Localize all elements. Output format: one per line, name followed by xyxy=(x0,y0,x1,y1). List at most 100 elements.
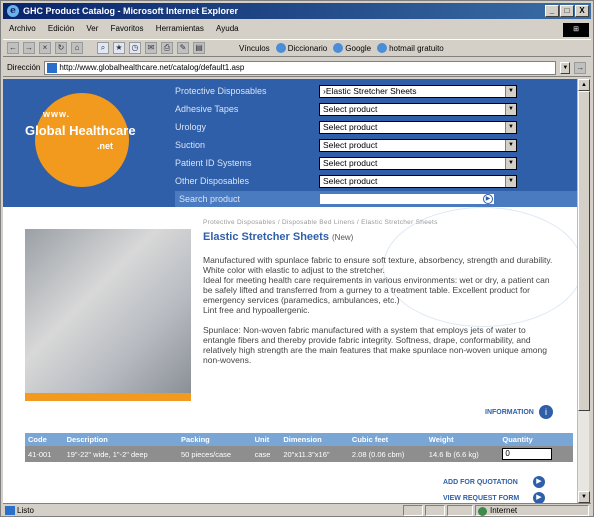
logo-www: www. xyxy=(43,109,71,119)
product-select[interactable]: Select product ▼ xyxy=(319,157,517,170)
windows-flag-icon: ⊞ xyxy=(563,23,589,37)
discuss-icon[interactable]: ▤ xyxy=(193,42,205,54)
table-row: 41-001 19"-22" wide, 1"-2" deep 50 piece… xyxy=(25,446,573,462)
minimize-button[interactable]: _ xyxy=(545,5,559,17)
product-select[interactable]: Select product ▼ xyxy=(319,139,517,152)
links-bar: Vínculos Diccionario Google hotmail grat… xyxy=(239,43,444,53)
stop-icon[interactable]: × xyxy=(39,42,51,54)
print-icon[interactable]: ⎙ xyxy=(161,42,173,54)
view-request-arrow-icon[interactable]: ▶ xyxy=(533,492,545,503)
category-row: Adhesive Tapes Select product ▼ xyxy=(175,101,520,119)
product-select[interactable]: ›Elastic Stretcher Sheets ▼ xyxy=(319,85,517,98)
scroll-thumb[interactable] xyxy=(578,91,590,411)
product-select[interactable]: Select product ▼ xyxy=(319,175,517,188)
standard-toolbar: ← → × ↻ ⌂ ⌕ ★ ◷ ✉ ⎙ ✎ ▤ Vínculos Diccion… xyxy=(3,39,591,57)
mail-icon[interactable]: ✉ xyxy=(145,42,157,54)
scroll-up-icon[interactable]: ▲ xyxy=(578,79,590,91)
link-google[interactable]: Google xyxy=(333,43,371,53)
photo-accent-band xyxy=(25,393,191,401)
vertical-scrollbar[interactable]: ▲ ▼ xyxy=(577,79,590,503)
search-row: Search product ▶ xyxy=(175,191,581,207)
add-quotation-arrow-icon[interactable]: ▶ xyxy=(533,476,545,488)
category-label: Suction xyxy=(175,140,206,150)
category-row: Suction Select product ▼ xyxy=(175,137,520,155)
close-button[interactable]: X xyxy=(575,5,589,17)
address-label: Dirección xyxy=(7,63,41,72)
category-label: Urology xyxy=(175,122,207,132)
ie-logo-icon: e xyxy=(7,5,19,17)
menu-ayuda[interactable]: Ayuda xyxy=(216,24,239,33)
desc-paragraph: Manufactured with spunlace fabric to ens… xyxy=(203,255,553,265)
view-request-form-link[interactable]: VIEW REQUEST FORM xyxy=(443,495,519,502)
edit-icon[interactable]: ✎ xyxy=(177,42,189,54)
cell-quantity: 0 xyxy=(499,446,573,462)
status-cell xyxy=(447,505,473,516)
product-table: Code Description Packing Unit Dimension … xyxy=(25,433,573,462)
product-title: Elastic Stretcher Sheets (New) xyxy=(203,231,354,243)
desc-paragraph: Lint free and hypoallergenic. xyxy=(203,305,310,315)
product-content: Protective Disposables / Disposable Bed … xyxy=(3,207,583,503)
category-label: Protective Disposables xyxy=(175,86,267,96)
cell-description: 19"-22" wide, 1"-2" deep xyxy=(63,446,178,462)
search-go-icon[interactable]: ▶ xyxy=(483,194,493,204)
page-icon xyxy=(47,62,58,73)
chevron-down-icon: ▼ xyxy=(505,158,516,169)
back-icon[interactable]: ← xyxy=(7,42,19,54)
category-row: Protective Disposables ›Elastic Stretche… xyxy=(175,83,520,101)
maximize-button[interactable]: □ xyxy=(560,5,574,17)
address-dropdown-icon[interactable]: ▼ xyxy=(560,61,571,74)
search-label: Search product xyxy=(179,194,241,204)
chevron-down-icon: ▼ xyxy=(505,122,516,133)
status-bar: Listo Internet xyxy=(3,503,591,516)
page-viewport: www. Global Healthcare .net Protective D… xyxy=(3,79,583,503)
col-unit: Unit xyxy=(251,433,281,446)
product-photo xyxy=(25,229,191,393)
breadcrumb: Protective Disposables / Disposable Bed … xyxy=(203,219,438,226)
category-row: Patient ID Systems Select product ▼ xyxy=(175,155,520,173)
product-select[interactable]: Select product ▼ xyxy=(319,103,517,116)
table-header-row: Code Description Packing Unit Dimension … xyxy=(25,433,573,446)
add-for-quotation-link[interactable]: ADD FOR QUOTATION xyxy=(443,479,518,486)
category-row: Other Disposables Select product ▼ xyxy=(175,173,520,191)
title-bar: e GHC Product Catalog - Microsoft Intern… xyxy=(3,3,591,19)
col-packing: Packing xyxy=(178,433,252,446)
menu-herramientas[interactable]: Herramientas xyxy=(156,24,204,33)
new-badge: (New) xyxy=(332,233,354,242)
search-icon[interactable]: ⌕ xyxy=(97,42,109,54)
menu-edicion[interactable]: Edición xyxy=(48,24,74,33)
category-label: Other Disposables xyxy=(175,176,250,186)
forward-icon[interactable]: → xyxy=(23,42,35,54)
favorites-icon[interactable]: ★ xyxy=(113,42,125,54)
col-quantity: Quantity xyxy=(499,433,573,446)
cell-dimension: 20"x11.3"x16" xyxy=(280,446,349,462)
menu-ver[interactable]: Ver xyxy=(86,24,98,33)
history-icon[interactable]: ◷ xyxy=(129,42,141,54)
site-logo[interactable]: Global Healthcare xyxy=(25,123,136,138)
link-diccionario[interactable]: Diccionario xyxy=(275,43,327,53)
chevron-down-icon: ▼ xyxy=(505,104,516,115)
home-icon[interactable]: ⌂ xyxy=(71,42,83,54)
menu-archivo[interactable]: Archivo xyxy=(9,24,36,33)
desc-paragraph: Ideal for meeting health care requiremen… xyxy=(203,275,550,305)
product-select[interactable]: Select product ▼ xyxy=(319,121,517,134)
security-zone: Internet xyxy=(475,505,589,516)
quantity-input[interactable]: 0 xyxy=(502,448,553,460)
desc-paragraph: Spunlace: Non-woven fabric manufactured … xyxy=(203,325,547,365)
information-icon[interactable]: i xyxy=(539,405,553,419)
product-description: Manufactured with spunlace fabric to ens… xyxy=(203,255,559,365)
links-label: Vínculos xyxy=(239,43,270,53)
col-cubic-feet: Cubic feet xyxy=(348,433,426,446)
address-input[interactable]: http://www.globalhealthcare.net/catalog/… xyxy=(44,60,557,75)
cell-weight: 14.6 lb (6.6 kg) xyxy=(425,446,500,462)
go-icon[interactable]: → xyxy=(574,61,587,74)
menu-favoritos[interactable]: Favoritos xyxy=(111,24,144,33)
menu-bar: Archivo Edición Ver Favoritos Herramient… xyxy=(3,21,591,37)
logo-net: .net xyxy=(97,141,114,151)
information-link[interactable]: INFORMATION xyxy=(485,409,534,416)
refresh-icon[interactable]: ↻ xyxy=(55,42,67,54)
link-hotmail[interactable]: hotmail gratuito xyxy=(377,43,444,53)
search-input[interactable] xyxy=(319,193,495,205)
scroll-down-icon[interactable]: ▼ xyxy=(578,491,590,503)
col-code: Code xyxy=(25,433,64,446)
category-label: Adhesive Tapes xyxy=(175,104,239,114)
